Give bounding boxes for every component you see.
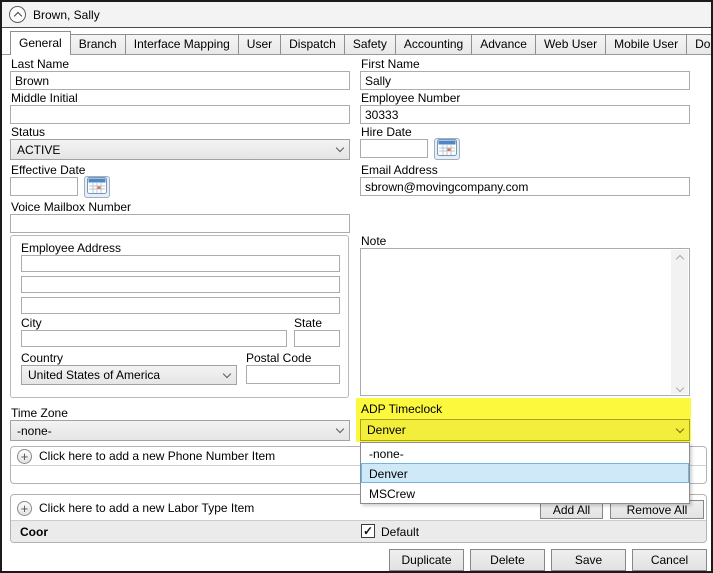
employee-address-group: Employee Address City State Country Unit… <box>10 235 349 398</box>
plus-icon: + <box>17 448 32 464</box>
email-address-label: Email Address <box>361 163 438 177</box>
window-title: Brown, Sally <box>33 7 100 22</box>
tab-branch[interactable]: Branch <box>69 34 126 54</box>
chevron-down-icon <box>222 369 232 378</box>
tab-mobile-user[interactable]: Mobile User <box>605 34 688 54</box>
city-label: City <box>21 316 42 330</box>
address-line1-input[interactable] <box>21 255 340 272</box>
save-button[interactable]: Save <box>551 549 626 571</box>
middle-initial-label: Middle Initial <box>11 91 78 105</box>
adp-timeclock-value: Denver <box>367 423 406 437</box>
scroll-down-icon[interactable] <box>675 383 684 393</box>
chevron-down-icon <box>335 143 345 153</box>
add-labor-type-label: Click here to add a new Labor Type Item <box>39 501 255 515</box>
tab-safety[interactable]: Safety <box>343 34 396 54</box>
status-combobox[interactable]: ACTIVE <box>10 139 350 160</box>
tab-dispatch[interactable]: Dispatch <box>280 34 345 54</box>
collapse-button[interactable] <box>9 6 26 23</box>
last-name-input[interactable] <box>10 71 350 90</box>
chevron-down-icon <box>675 424 685 433</box>
first-name-input[interactable] <box>360 71 690 90</box>
country-value: United States of America <box>28 368 161 382</box>
hire-date-calendar-button[interactable] <box>434 138 460 160</box>
adp-timeclock-combobox[interactable]: Denver <box>360 419 690 441</box>
default-checkbox-label: Default <box>381 525 420 539</box>
adp-timeclock-label: ADP Timeclock <box>361 402 443 416</box>
scroll-up-icon[interactable] <box>675 254 684 264</box>
tab-general[interactable]: General <box>10 31 71 55</box>
address-line2-input[interactable] <box>21 276 340 293</box>
dropdown-option-denver[interactable]: Denver <box>361 463 689 483</box>
tab-strip: General Branch Interface Mapping User Di… <box>2 31 711 55</box>
calendar-icon <box>87 177 107 194</box>
dropdown-option-none[interactable]: -none- <box>361 443 689 463</box>
postal-code-input[interactable] <box>246 365 340 384</box>
first-name-label: First Name <box>361 57 420 71</box>
chevron-up-icon <box>13 11 22 21</box>
voice-mailbox-input[interactable] <box>10 214 350 233</box>
effective-date-label: Effective Date <box>11 163 86 177</box>
tab-advance[interactable]: Advance <box>471 34 536 54</box>
status-value: ACTIVE <box>17 142 61 157</box>
note-scrollbar[interactable] <box>671 250 688 394</box>
state-label: State <box>294 316 323 330</box>
tab-web-user[interactable]: Web User <box>534 34 607 54</box>
note-textarea[interactable] <box>360 248 690 396</box>
hire-date-input[interactable] <box>360 139 428 158</box>
hire-date-label: Hire Date <box>361 125 412 139</box>
adp-timeclock-dropdown-list: -none- Denver MSCrew <box>360 442 690 504</box>
employee-number-label: Employee Number <box>361 91 461 105</box>
state-input[interactable] <box>294 330 340 347</box>
city-input[interactable] <box>21 330 287 347</box>
effective-date-calendar-button[interactable] <box>84 176 110 198</box>
labor-type-row-coor[interactable]: Coor Default <box>11 520 706 542</box>
postal-code-label: Postal Code <box>246 351 312 365</box>
titlebar: Brown, Sally <box>2 2 711 28</box>
tab-documents[interactable]: Documents <box>686 34 711 54</box>
employee-number-input[interactable] <box>360 105 690 124</box>
effective-date-input[interactable] <box>10 177 78 196</box>
calendar-icon <box>437 139 457 156</box>
status-label: Status <box>11 125 46 139</box>
address-line3-input[interactable] <box>21 297 340 314</box>
country-combobox[interactable]: United States of America <box>21 365 237 385</box>
plus-icon: + <box>17 500 32 516</box>
default-checkbox[interactable] <box>361 524 375 538</box>
add-phone-number-label: Click here to add a new Phone Number Ite… <box>39 449 276 463</box>
time-zone-label: Time Zone <box>11 406 68 420</box>
dropdown-option-mscrew[interactable]: MSCrew <box>361 483 689 503</box>
tab-user[interactable]: User <box>237 34 282 54</box>
delete-button[interactable]: Delete <box>470 549 545 571</box>
tab-interface-mapping[interactable]: Interface Mapping <box>124 34 239 54</box>
country-label: Country <box>21 351 64 365</box>
time-zone-combobox[interactable]: -none- <box>10 420 350 441</box>
note-label: Note <box>361 234 387 248</box>
employee-editor-window: Brown, Sally General Branch Interface Ma… <box>0 0 713 573</box>
cancel-button[interactable]: Cancel <box>632 549 707 571</box>
email-address-input[interactable] <box>360 177 690 196</box>
chevron-down-icon <box>335 424 345 434</box>
tab-accounting[interactable]: Accounting <box>394 34 473 54</box>
middle-initial-input[interactable] <box>10 105 350 124</box>
time-zone-value: -none- <box>17 423 52 438</box>
employee-address-label: Employee Address <box>21 241 122 255</box>
last-name-label: Last Name <box>11 57 70 71</box>
duplicate-button[interactable]: Duplicate <box>389 549 464 571</box>
labor-type-name: Coor <box>20 524 48 539</box>
voice-mailbox-label: Voice Mailbox Number <box>11 200 132 214</box>
